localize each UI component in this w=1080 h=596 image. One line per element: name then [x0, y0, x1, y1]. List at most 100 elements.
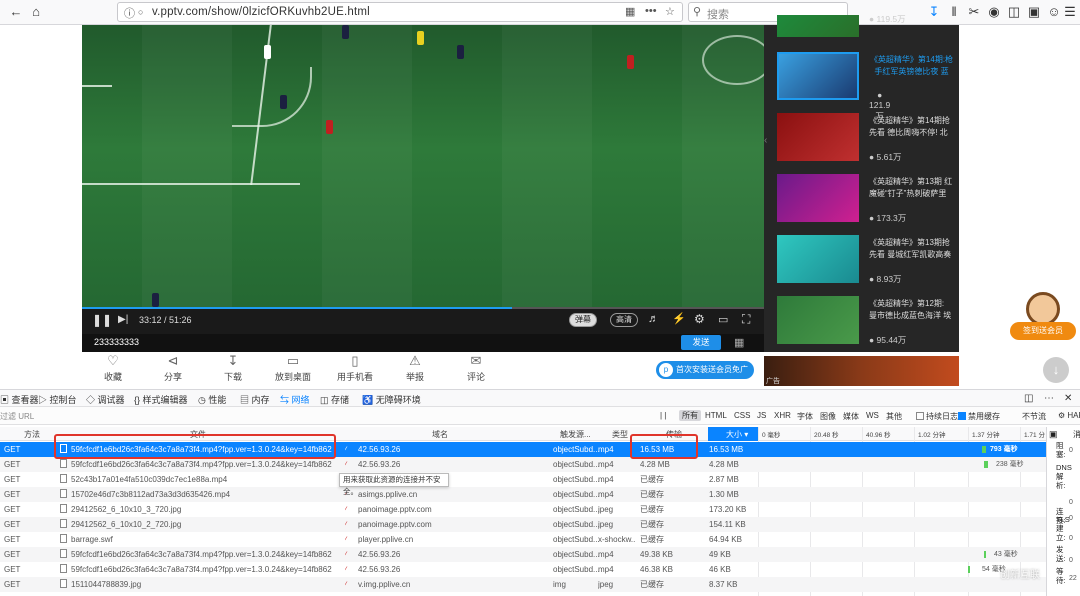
tab-accessibility[interactable]: ♿ 无障碍环境	[362, 393, 421, 406]
next-icon[interactable]: ▶|	[118, 314, 128, 325]
extension-icon[interactable]: ◉	[986, 4, 1002, 20]
qr-icon[interactable]: ▦	[625, 5, 635, 18]
request-row[interactable]: GET 59fcfcdf1e6bd26c3fa64c3c7a8a73f4.mp4?…	[0, 457, 1046, 472]
dock-icon[interactable]: ◫	[1024, 393, 1033, 404]
cell-transferred: 已缓存	[640, 577, 706, 592]
col-type[interactable]: 类型	[612, 429, 628, 440]
page-actions-icon[interactable]: •••	[645, 5, 657, 17]
recommend-item[interactable]: 《英超精华》第14期抢先看 德比周嗨不停! 北 ● 5.61万	[777, 113, 957, 169]
domain-text: asimgs.pplive.cn	[358, 490, 418, 499]
filter-images[interactable]: 图像	[820, 411, 836, 422]
recommend-item[interactable]: 《英超精华》第14期:枪手红军英镑德比夜 蓝 ● 121.9万	[777, 52, 953, 121]
send-button[interactable]: 发送	[681, 335, 721, 350]
col-method[interactable]: 方法	[24, 429, 40, 440]
cause-text: objectSubd...	[553, 490, 600, 499]
request-row[interactable]: GET 52c43b17a01e4fa510c039dc7ec1e88a.mp4 o…	[0, 472, 1046, 487]
filter-fonts[interactable]: 字体	[797, 411, 813, 422]
close-icon[interactable]: ✕	[1064, 393, 1072, 404]
collapse-arrow-icon[interactable]: ‹	[764, 135, 767, 146]
share-button[interactable]: ⊲ 分享	[147, 352, 199, 383]
danmu-settings-icon[interactable]: ▦	[734, 336, 744, 349]
request-row[interactable]: GET 59fcfcdf1e6bd26c3fa64c3c7a8a73f4.mp4?…	[0, 547, 1046, 562]
scroll-down-icon[interactable]: ↓	[1043, 357, 1069, 383]
insecure-connection-tooltip: 用来获取此资源的连接并不安全。	[339, 473, 449, 496]
tab-storage[interactable]: ◫ 存储	[320, 393, 349, 406]
type-text: mp4	[598, 445, 614, 454]
filter-css[interactable]: CSS	[734, 411, 750, 420]
col-domain[interactable]: 域名	[432, 429, 448, 440]
info-icon[interactable]: ⓘ	[124, 5, 135, 21]
mobile-watch-button[interactable]: ▯ 用手机看	[329, 352, 381, 383]
tab-network[interactable]: ⇆ 网络	[280, 393, 310, 406]
request-row[interactable]: GET 15702e46d7c3b8112ad73a3d3d635426.mp4 ∕…	[0, 487, 1046, 502]
danmu-toggle[interactable]: 弹幕	[569, 313, 597, 327]
filter-all[interactable]: 所有	[679, 410, 701, 421]
menu-icon[interactable]: ☰	[1062, 4, 1078, 20]
tab-performance[interactable]: ◷ 性能	[198, 393, 226, 406]
request-row[interactable]: GET 59fcfcdf1e6bd26c3fa64c3c7a8a73f4.mp4?…	[0, 562, 1046, 577]
disable-cache-checkbox[interactable]: 禁用缓存	[958, 411, 1000, 422]
settings-gear-icon[interactable]: ⚙	[694, 312, 705, 326]
pause-icon[interactable]: | |	[660, 411, 666, 420]
url-text[interactable]: v.pptv.com/show/0lzicfORKuvhb2UE.html	[152, 6, 370, 18]
filter-html[interactable]: HTML	[705, 411, 727, 420]
cell-domain: ∕ 42.56.93.26	[345, 562, 545, 577]
accelerate-icon[interactable]: ⚡	[672, 312, 686, 325]
filter-media[interactable]: 媒体	[843, 411, 859, 422]
screenshot-icon[interactable]: ✂	[966, 4, 982, 20]
recommend-item[interactable]: 《英超精华》第12期: 曼市德比成蓝色海洋 埃 ● 95.44万	[777, 296, 957, 352]
request-row[interactable]: GET barrage.swf ∕ player.pplive.cn objectSub…	[0, 532, 1046, 547]
panel-icon[interactable]: ▣	[1049, 429, 1058, 440]
reader-icon[interactable]: ▣	[1026, 4, 1042, 20]
tab-style-editor[interactable]: {} 样式编辑器	[134, 393, 188, 406]
report-button[interactable]: ⚠ 举报	[389, 352, 441, 383]
desktop-button[interactable]: ▭ 放到桌面	[267, 352, 319, 383]
devtools-settings-icon[interactable]: ⋯	[1044, 393, 1054, 404]
cell-method: GET	[4, 547, 44, 562]
video-frame[interactable]	[82, 25, 764, 334]
cell-domain: ∕ 42.56.93.26	[345, 442, 545, 457]
throttle-select[interactable]: 不节流	[1022, 411, 1046, 422]
col-size[interactable]: 大小 ▾	[708, 427, 758, 441]
filter-other[interactable]: 其他	[886, 411, 902, 422]
filter-ws[interactable]: WS	[866, 411, 879, 420]
recommend-item[interactable]: 《英超精华》第13期抢先看 曼城红军凯歌高奏 ● 8.93万	[777, 235, 957, 291]
request-row[interactable]: GET 29412562_6_10x10_2_720.jpg ∕ panoimage.…	[0, 517, 1046, 532]
vip-install-banner[interactable]: p 首次安装送会员免广告	[656, 361, 754, 392]
quality-button[interactable]: 高清	[610, 313, 638, 327]
tab-console[interactable]: ▷ 控制台	[38, 393, 77, 406]
account-icon[interactable]: ☺	[1046, 4, 1062, 20]
file-text: 15702e46d7c3b8112ad73a3d3d635426.mp4	[71, 490, 231, 499]
volume-icon[interactable]: ♬	[648, 313, 659, 325]
download-button[interactable]: ↧ 下载	[207, 352, 259, 383]
tab-memory[interactable]: ▤ 内存	[240, 393, 270, 406]
bookmark-star-icon[interactable]: ☆	[665, 5, 675, 18]
transferred-text: 已缓存	[640, 475, 664, 484]
ad-banner[interactable]	[764, 356, 959, 386]
widescreen-icon[interactable]: ▭	[718, 313, 728, 326]
tab-inspector[interactable]: ▣ 查看器	[0, 393, 39, 406]
danmu-input[interactable]: 233333333	[94, 337, 139, 347]
fullscreen-icon[interactable]: ⛶	[742, 312, 750, 327]
favorite-button[interactable]: ♡ 收藏	[87, 352, 139, 383]
col-cause[interactable]: 触发源...	[560, 429, 591, 440]
comment-button[interactable]: ✉ 评论	[450, 352, 502, 383]
checkin-mascot[interactable]: 签到送会员	[1010, 292, 1076, 350]
progress-bar[interactable]	[82, 307, 764, 309]
request-row[interactable]: GET 1511044788839.jpg ∕ v.img.pplive.cn img j…	[0, 577, 1046, 592]
filter-url-input[interactable]: 过滤 URL	[0, 411, 34, 422]
har-menu[interactable]: ⚙ HAR	[1058, 411, 1080, 420]
cell-transferred: 已缓存	[640, 532, 706, 547]
back-icon[interactable]: ←	[8, 4, 24, 20]
persist-log-checkbox[interactable]: 持续日志	[916, 411, 958, 422]
request-row[interactable]: GET 29412562_6_10x10_3_720.jpg ∕ panoimage.…	[0, 502, 1046, 517]
filter-xhr[interactable]: XHR	[774, 411, 791, 420]
url-bar[interactable]: ⓘ ○ v.pptv.com/show/0lzicfORKuvhb2UE.htm…	[117, 2, 683, 22]
sidebar-icon[interactable]: ◫	[1006, 4, 1022, 20]
home-icon[interactable]: ⌂	[28, 4, 44, 20]
tab-debugger[interactable]: ◇ 调试器	[86, 393, 125, 406]
panel-tab[interactable]: 消	[1073, 429, 1080, 440]
pause-icon[interactable]: ❚❚	[92, 313, 112, 327]
filter-js[interactable]: JS	[757, 411, 766, 420]
recommend-item[interactable]: 《英超精华》第13期 红魔碰“钉子”热刺破萨里 ● 173.3万	[777, 174, 957, 230]
